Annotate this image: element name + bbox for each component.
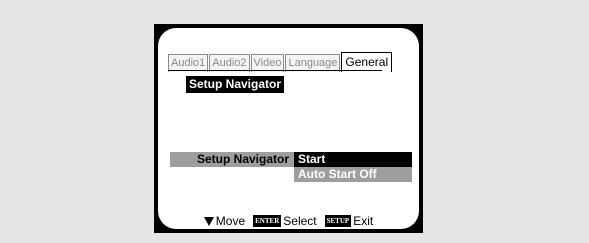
select-label: Select: [283, 214, 317, 228]
option-auto-start-off[interactable]: Auto Start Off: [294, 167, 412, 182]
tab-bar: Audio1 Audio2 Video Language General: [168, 52, 393, 72]
osd-screen: Audio1 Audio2 Video Language General Set…: [158, 28, 419, 229]
move-label: Move: [215, 214, 246, 228]
hint-move: Move: [203, 214, 246, 228]
down-arrow-icon: [203, 216, 214, 226]
tv-screen-frame: Audio1 Audio2 Video Language General Set…: [154, 24, 423, 233]
setting-row[interactable]: Setup Navigator: [170, 152, 294, 167]
setup-key-icon: SETUP: [324, 215, 352, 227]
hint-exit: SETUP Exit: [324, 214, 374, 228]
enter-key-icon: ENTER: [253, 215, 282, 227]
setting-label: Setup Navigator: [196, 152, 289, 166]
tab-general[interactable]: General: [341, 52, 393, 72]
tab-underline: [168, 70, 382, 71]
option-start[interactable]: Start: [294, 152, 412, 167]
footer-hints: Move ENTER Select SETUP Exit: [158, 214, 419, 228]
section-title: Setup Navigator: [186, 76, 285, 93]
hint-select: ENTER Select: [253, 214, 317, 228]
exit-label: Exit: [353, 214, 374, 228]
